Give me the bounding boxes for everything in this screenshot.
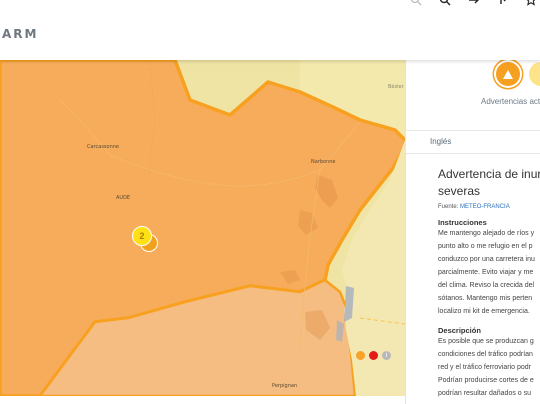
share-icon[interactable]: [496, 0, 512, 10]
warning-content: Advertencia de inund severas Fuente: MET…: [438, 166, 540, 400]
map-label-beziers: Bézier: [388, 84, 404, 90]
source-link[interactable]: METEO-FRANCIA: [460, 204, 510, 210]
warning-title-line-2: severas: [438, 184, 481, 198]
instructions-line: Me mantengo alejado de ríos y: [438, 230, 535, 237]
top-bar: ARM: [0, 0, 540, 60]
map-legend: i: [356, 351, 391, 360]
instructions-heading: Instrucciones: [438, 218, 487, 227]
info-icon[interactable]: i: [382, 351, 391, 360]
instructions-line: sótanos. Mantengo mis perten: [438, 295, 533, 302]
instructions-line: punto alto o me refugio en el p: [438, 243, 533, 250]
warning-source: Fuente: METEO-FRANCIA: [438, 204, 540, 210]
map-label-narbonne: Narbonne: [311, 159, 336, 165]
zoom-icon[interactable]: [437, 0, 453, 10]
warning-triangle-icon: [503, 69, 513, 79]
description-line: condiciones del tráfico podrían: [438, 351, 533, 358]
map-label-aude: AUDE: [116, 195, 131, 201]
instructions-line: del clima. Reviso la crecida del: [438, 282, 535, 289]
active-warning-icon[interactable]: [496, 62, 520, 86]
warning-detail-panel: Advertencias acti Inglés Advertencia de …: [405, 60, 540, 404]
brand-logo-text: ARM: [2, 27, 39, 41]
description-line: red y el tráfico ferroviario podr: [438, 364, 531, 371]
warning-title-line-1: Advertencia de inund: [438, 167, 540, 181]
warning-marker-cluster[interactable]: 2: [132, 226, 166, 254]
language-selector[interactable]: Inglés: [406, 130, 540, 154]
yellow-warning-icon[interactable]: [529, 62, 540, 86]
description-heading: Descripción: [438, 326, 481, 335]
forward-icon[interactable]: [466, 0, 482, 10]
map-canvas[interactable]: [0, 60, 405, 396]
red-level-dot: [369, 351, 378, 360]
active-warnings-heading: Advertencias acti: [481, 97, 540, 106]
instructions-line: localizo mi kit de emergencia.: [438, 308, 530, 315]
description-line: podrían resultar dañados o su: [438, 390, 532, 397]
source-label: Fuente:: [438, 204, 459, 210]
instructions-line: parcialmente. Evito viajar y me: [438, 269, 534, 276]
map-label-carcassonne: Carcassonne: [87, 144, 119, 150]
description-line: Es posible que se produzcan g: [438, 338, 534, 345]
description-line: Podrían producirse cortes de e: [438, 377, 534, 384]
warning-map[interactable]: Carcassonne AUDE Narbonne Bézier Perpign…: [0, 60, 405, 396]
map-label-perpignan: Perpignan: [272, 383, 298, 389]
instructions-line: conduzco por una carretera inu: [438, 256, 535, 263]
yellow-warning-marker[interactable]: 2: [132, 226, 152, 246]
search-icon[interactable]: [408, 0, 424, 10]
orange-level-dot: [356, 351, 365, 360]
star-icon[interactable]: [523, 0, 539, 10]
